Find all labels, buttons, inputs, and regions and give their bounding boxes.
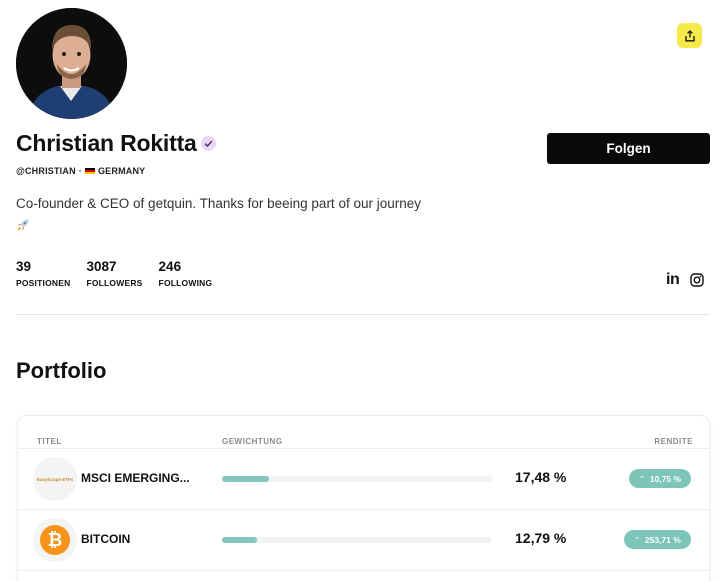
return-value: 253,71 % — [644, 534, 681, 545]
table-row[interactable]: EasyScope ETFs MSCI EMERGING... 17,48 % … — [18, 448, 709, 509]
profile-bio: Co-founder & CEO of getquin. Thanks for … — [16, 193, 456, 235]
stat-following[interactable]: 246 FOLLOWING — [159, 259, 213, 288]
bitcoin-logo: ₿ — [33, 518, 77, 562]
germany-flag-icon — [84, 167, 95, 175]
social-links: in — [666, 271, 704, 289]
table-row[interactable] — [18, 570, 709, 581]
double-chevron-up-icon: ⌃ — [639, 475, 645, 483]
verified-badge-icon — [200, 136, 216, 151]
column-header-return: RENDITE — [654, 437, 693, 446]
profile-name: Christian Rokitta — [16, 130, 197, 156]
weight-bar — [222, 476, 492, 482]
portfolio-table: TITEL GEWICHTUNG RENDITE EasyScope ETFs … — [17, 415, 710, 581]
position-weight: 17,48 % — [515, 469, 567, 485]
weight-bar-fill — [222, 537, 257, 543]
column-header-weight: GEWICHTUNG — [222, 437, 283, 446]
position-weight: 12,79 % — [515, 530, 567, 546]
follow-button[interactable]: Folgen — [547, 133, 710, 164]
stat-label: FOLLOWING — [158, 278, 213, 288]
position-name: MSCI EMERGING... — [81, 471, 190, 485]
instagram-icon[interactable] — [690, 273, 704, 287]
stat-value: 246 — [158, 259, 182, 274]
share-button[interactable] — [677, 23, 702, 48]
profile-bio-text: Co-founder & CEO of getquin. Thanks for … — [16, 196, 421, 211]
return-value: 10,75 % — [649, 473, 682, 484]
weight-bar-fill — [222, 476, 270, 482]
profile-stats: 39 POSITIONEN 3087 FOLLOWERS 246 FOLLOWI… — [16, 259, 228, 288]
profile-avatar — [16, 8, 127, 119]
portfolio-title: Portfolio — [16, 358, 107, 383]
stat-positions[interactable]: 39 POSITIONEN — [16, 259, 70, 288]
profile-meta: @CHRISTIAN · GERMANY — [16, 166, 145, 176]
stat-value: 3087 — [86, 259, 117, 274]
weight-bar — [222, 537, 492, 543]
share-icon — [684, 29, 695, 41]
stat-followers[interactable]: 3087 FOLLOWERS — [86, 259, 142, 288]
profile-country: GERMANY — [97, 166, 146, 176]
section-divider — [16, 314, 710, 315]
svg-text:₿: ₿ — [48, 530, 63, 550]
column-header-title: TITEL — [37, 437, 62, 446]
etf-logo-text: EasyScope ETFs — [36, 476, 74, 482]
profile-handle: @CHRISTIAN — [16, 166, 76, 176]
stat-label: POSITIONEN — [16, 278, 71, 288]
stat-value: 39 — [16, 259, 32, 274]
meta-separator: · — [78, 166, 82, 176]
profile-name-row: Christian Rokitta — [16, 130, 217, 157]
table-row[interactable]: ₿ BITCOIN 12,79 % ⌃ 253,71 % — [18, 509, 709, 570]
stat-label: FOLLOWERS — [86, 278, 143, 288]
return-badge: ⌃ 10,75 % — [629, 469, 692, 488]
rocket-icon — [17, 219, 29, 231]
linkedin-icon[interactable]: in — [666, 271, 680, 289]
position-name: BITCOIN — [81, 532, 131, 546]
etf-logo: EasyScope ETFs — [33, 457, 77, 501]
return-badge: ⌃ 253,71 % — [624, 530, 691, 549]
bitcoin-icon: ₿ — [40, 525, 70, 555]
double-chevron-up-icon: ⌃ — [634, 536, 640, 544]
